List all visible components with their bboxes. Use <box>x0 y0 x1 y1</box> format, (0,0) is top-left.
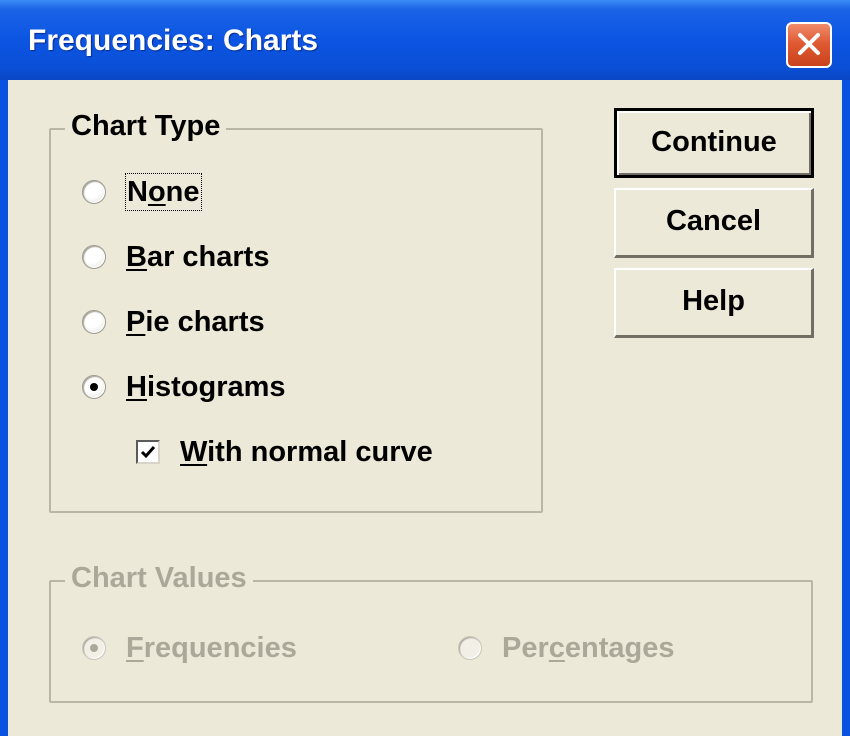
option-percentages-label: Percentages <box>502 632 675 664</box>
radio-none[interactable] <box>82 180 106 204</box>
window-title: Frequencies: Charts <box>28 24 319 57</box>
option-pie-charts-label: Pie charts <box>126 306 265 338</box>
radio-pie-charts[interactable] <box>82 310 106 334</box>
dialog-window: Frequencies: Charts Chart Type None Bar … <box>0 0 850 736</box>
cancel-button[interactable]: Cancel <box>614 188 814 258</box>
radio-percentages[interactable] <box>458 636 482 660</box>
chart-values-legend: Chart Values <box>65 562 253 595</box>
radio-bar-charts[interactable] <box>82 245 106 269</box>
option-histograms-label: Histograms <box>126 371 286 403</box>
title-bar[interactable]: Frequencies: Charts <box>0 0 850 80</box>
option-bar-charts-label: Bar charts <box>126 241 270 273</box>
dialog-body: Chart Type None Bar charts Pie charts Hi… <box>8 80 842 736</box>
check-icon <box>140 446 156 459</box>
option-none-label: None <box>125 173 202 211</box>
chart-type-legend: Chart Type <box>65 110 227 143</box>
radio-histograms[interactable] <box>82 375 106 399</box>
with-normal-curve-label: With normal curve <box>180 436 433 468</box>
close-button[interactable] <box>786 22 832 68</box>
continue-button[interactable]: Continue <box>614 108 814 178</box>
help-button[interactable]: Help <box>614 268 814 338</box>
option-frequencies-label: Frequencies <box>126 632 297 664</box>
radio-frequencies[interactable] <box>82 636 106 660</box>
with-normal-curve-checkbox[interactable] <box>136 440 160 464</box>
